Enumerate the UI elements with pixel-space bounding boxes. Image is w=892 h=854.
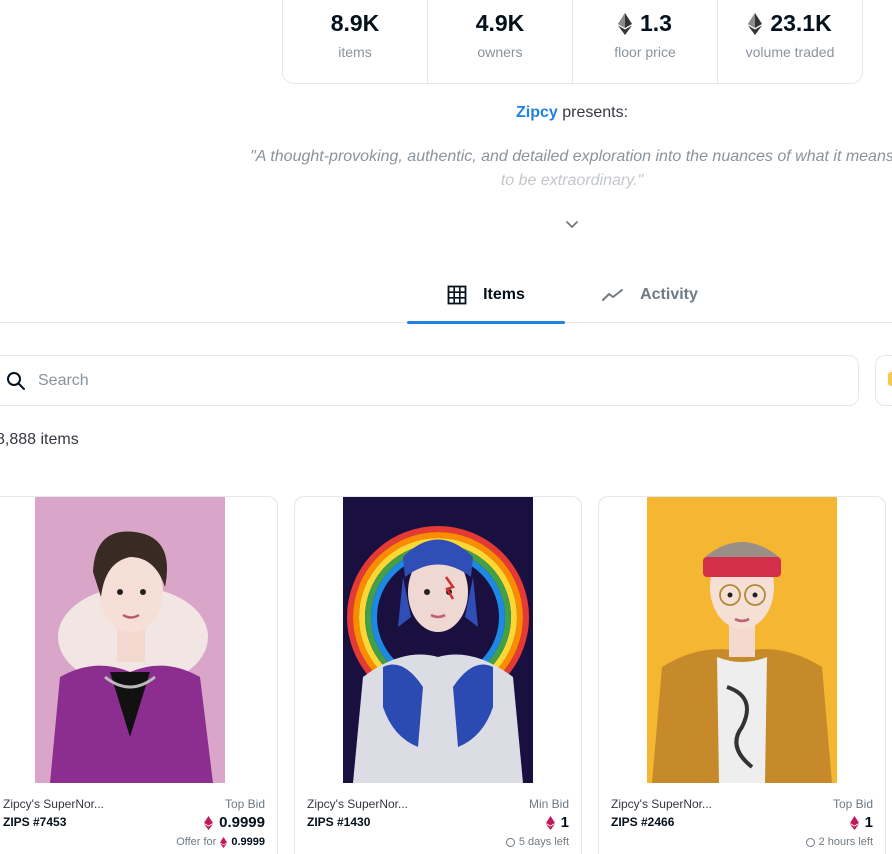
nft-image [343, 497, 533, 783]
search-input[interactable] [38, 371, 738, 390]
sort-icon [888, 372, 892, 386]
tab-label: Activity [640, 285, 698, 303]
chevron-down-icon[interactable] [564, 216, 580, 232]
nft-card[interactable]: Zipcy's SuperNor... ZIPS #2466 Top Bid 1… [598, 496, 886, 854]
bid-label: Top Bid [832, 797, 873, 811]
stat-value: 8.9K [330, 10, 380, 36]
creator-link[interactable]: Zipcy [516, 104, 558, 121]
trend-line-icon [602, 288, 624, 301]
search-icon [7, 371, 25, 390]
weth-icon [204, 815, 214, 830]
nft-image [35, 497, 225, 783]
price: 0.9999 [204, 814, 265, 831]
token-id: ZIPS #7453 [3, 815, 67, 829]
ethereum-icon [748, 12, 763, 35]
grid-icon [447, 285, 467, 304]
time-left: 5 days left [505, 836, 569, 848]
price: 1 [545, 814, 569, 831]
collection-name: Zipcy's SuperNor... [307, 797, 408, 811]
stat-value: 23.1K [748, 10, 832, 37]
time-left: 2 hours left [805, 836, 873, 848]
collection-description-line2: to be extraordinary." [500, 172, 644, 189]
collection-name: Zipcy's SuperNor... [3, 797, 104, 811]
weth-icon [545, 815, 555, 830]
stat-items[interactable]: 8.9K items [283, 0, 428, 83]
search-bar [0, 355, 859, 406]
item-count: 8,888 items [0, 431, 79, 448]
nft-image [647, 497, 837, 783]
tab-items[interactable]: Items [407, 266, 565, 324]
token-id: ZIPS #2466 [611, 815, 675, 829]
stat-value: 1.3 [618, 10, 672, 37]
collection-name: Zipcy's SuperNor... [611, 797, 712, 811]
stat-label: owners [477, 44, 523, 60]
ethereum-icon [618, 12, 632, 35]
offer-info: Offer for 0.9999 [176, 836, 265, 848]
weth-icon [849, 815, 859, 830]
collection-description-line1: "A thought-provoking, authentic, and det… [250, 148, 892, 165]
tab-activity[interactable]: Activity [580, 266, 720, 323]
nft-card[interactable]: Zipcy's SuperNor... ZIPS #1430 Min Bid 1… [294, 496, 582, 854]
stat-label: items [338, 44, 372, 60]
creator-presents: Zipcy presents: [0, 104, 892, 122]
sort-dropdown[interactable] [875, 355, 892, 406]
stat-value: 4.9K [475, 10, 525, 36]
price: 1 [849, 814, 873, 831]
stat-label: floor price [614, 44, 676, 60]
collection-stats: 8.9K items 4.9K owners 1.3 floor price 2… [282, 0, 863, 84]
stat-owners[interactable]: 4.9K owners [428, 0, 573, 83]
clock-icon [505, 837, 515, 847]
token-id: ZIPS #1430 [307, 815, 371, 829]
stat-label: volume traded [745, 44, 835, 60]
stat-volume-traded[interactable]: 23.1K volume traded [718, 0, 862, 83]
stat-floor-price[interactable]: 1.3 floor price [573, 0, 718, 83]
tab-label: Items [483, 285, 525, 303]
clock-icon [805, 837, 815, 847]
weth-icon [220, 836, 228, 848]
collection-tabs: Items Activity [0, 266, 892, 324]
bid-label: Min Bid [528, 797, 569, 811]
bid-label: Top Bid [224, 797, 265, 811]
presents-text: presents: [557, 104, 629, 121]
nft-card[interactable]: Zipcy's SuperNor... ZIPS #7453 Top Bid 0… [0, 496, 278, 854]
